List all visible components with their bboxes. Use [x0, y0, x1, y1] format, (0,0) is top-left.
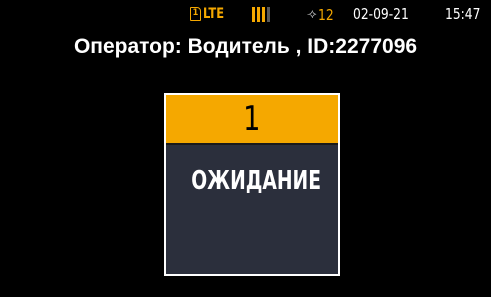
- signal-bar: [267, 7, 270, 22]
- signal-bar: [257, 7, 260, 22]
- network-type-label: LTE: [203, 6, 225, 22]
- status-card[interactable]: 1 ОЖИДАНИЕ: [164, 93, 340, 276]
- signal-bar: [252, 7, 255, 22]
- sim-card-icon: 1: [190, 7, 201, 21]
- card-body: ОЖИДАНИЕ: [166, 145, 338, 197]
- card-number-header: 1: [166, 95, 338, 145]
- gps-indicator: ⟢ 12: [307, 6, 337, 24]
- clock-label: 15:47: [445, 5, 481, 23]
- satellite-icon: ⟢: [307, 7, 317, 22]
- date-label: 02-09-21: [353, 5, 409, 23]
- signal-bar: [262, 7, 265, 22]
- status-bar: 1 LTE ⟢ 12 02-09-21 15:47: [8, 0, 483, 28]
- operator-info: Оператор: Водитель , ID:2277096: [73, 35, 418, 58]
- card-number: 1: [243, 99, 261, 139]
- card-status-label: ОЖИДАНИЕ: [191, 166, 322, 196]
- satellite-count: 12: [317, 6, 334, 24]
- signal-strength-icon: [252, 7, 270, 22]
- device-screen: 1 LTE ⟢ 12 02-09-21 15:47 Оператор: Води…: [8, 0, 483, 297]
- network-indicator: 1 LTE: [190, 6, 229, 26]
